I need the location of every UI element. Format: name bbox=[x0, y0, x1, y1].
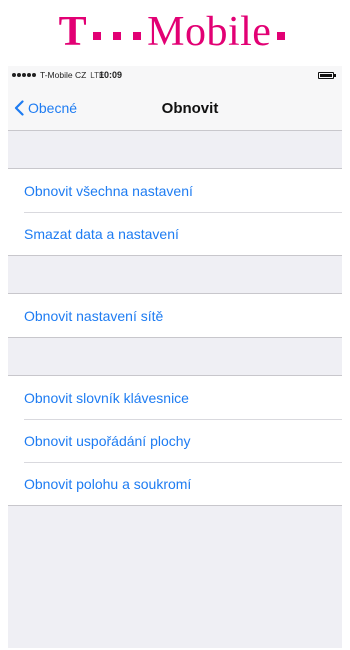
signal-strength-icon bbox=[12, 73, 36, 77]
status-time: 10:09 bbox=[99, 70, 123, 80]
page-title: Obnovit bbox=[161, 99, 219, 117]
reset-all-settings-row[interactable]: Obnovit všechna nastavení bbox=[8, 169, 342, 212]
row-label: Obnovit slovník klávesnice bbox=[24, 389, 189, 406]
settings-group-reset: Obnovit všechna nastavení Smazat data a … bbox=[8, 168, 342, 256]
page: T Mobile T-Mobile CZ LTE 10:09 Obecné Ob… bbox=[0, 0, 350, 650]
brand-dot bbox=[277, 32, 286, 40]
settings-group-network: Obnovit nastavení sítě bbox=[8, 293, 342, 338]
brand-name: Mobile bbox=[147, 9, 272, 55]
status-bar: T-Mobile CZ LTE 10:09 bbox=[8, 66, 342, 86]
brand-t: T bbox=[58, 9, 88, 55]
reset-keyboard-dictionary-row[interactable]: Obnovit slovník klávesnice bbox=[8, 376, 342, 419]
erase-data-and-settings-row[interactable]: Smazat data a nastavení bbox=[8, 212, 342, 255]
brand-dot bbox=[133, 32, 142, 40]
status-left: T-Mobile CZ LTE bbox=[12, 70, 104, 80]
t-mobile-logo: T Mobile bbox=[59, 11, 292, 53]
brand-dot bbox=[93, 32, 102, 40]
row-label: Obnovit nastavení sítě bbox=[24, 307, 164, 324]
brand-header: T Mobile bbox=[0, 0, 350, 64]
reset-home-screen-layout-row[interactable]: Obnovit uspořádání plochy bbox=[8, 419, 342, 462]
brand-dot bbox=[113, 32, 122, 40]
row-label: Obnovit všechna nastavení bbox=[24, 182, 193, 199]
reset-network-settings-row[interactable]: Obnovit nastavení sítě bbox=[8, 294, 342, 337]
navigation-bar: Obecné Obnovit bbox=[8, 86, 342, 131]
row-label: Obnovit uspořádání plochy bbox=[24, 432, 191, 449]
reset-location-privacy-row[interactable]: Obnovit polohu a soukromí bbox=[8, 462, 342, 505]
row-label: Smazat data a nastavení bbox=[24, 225, 179, 242]
phone-screen: T-Mobile CZ LTE 10:09 Obecné Obnovit Obn… bbox=[8, 66, 342, 648]
carrier-name: T-Mobile CZ bbox=[40, 70, 87, 80]
settings-group-other: Obnovit slovník klávesnice Obnovit uspoř… bbox=[8, 375, 342, 506]
battery-icon bbox=[318, 72, 336, 79]
row-label: Obnovit polohu a soukromí bbox=[24, 475, 192, 492]
